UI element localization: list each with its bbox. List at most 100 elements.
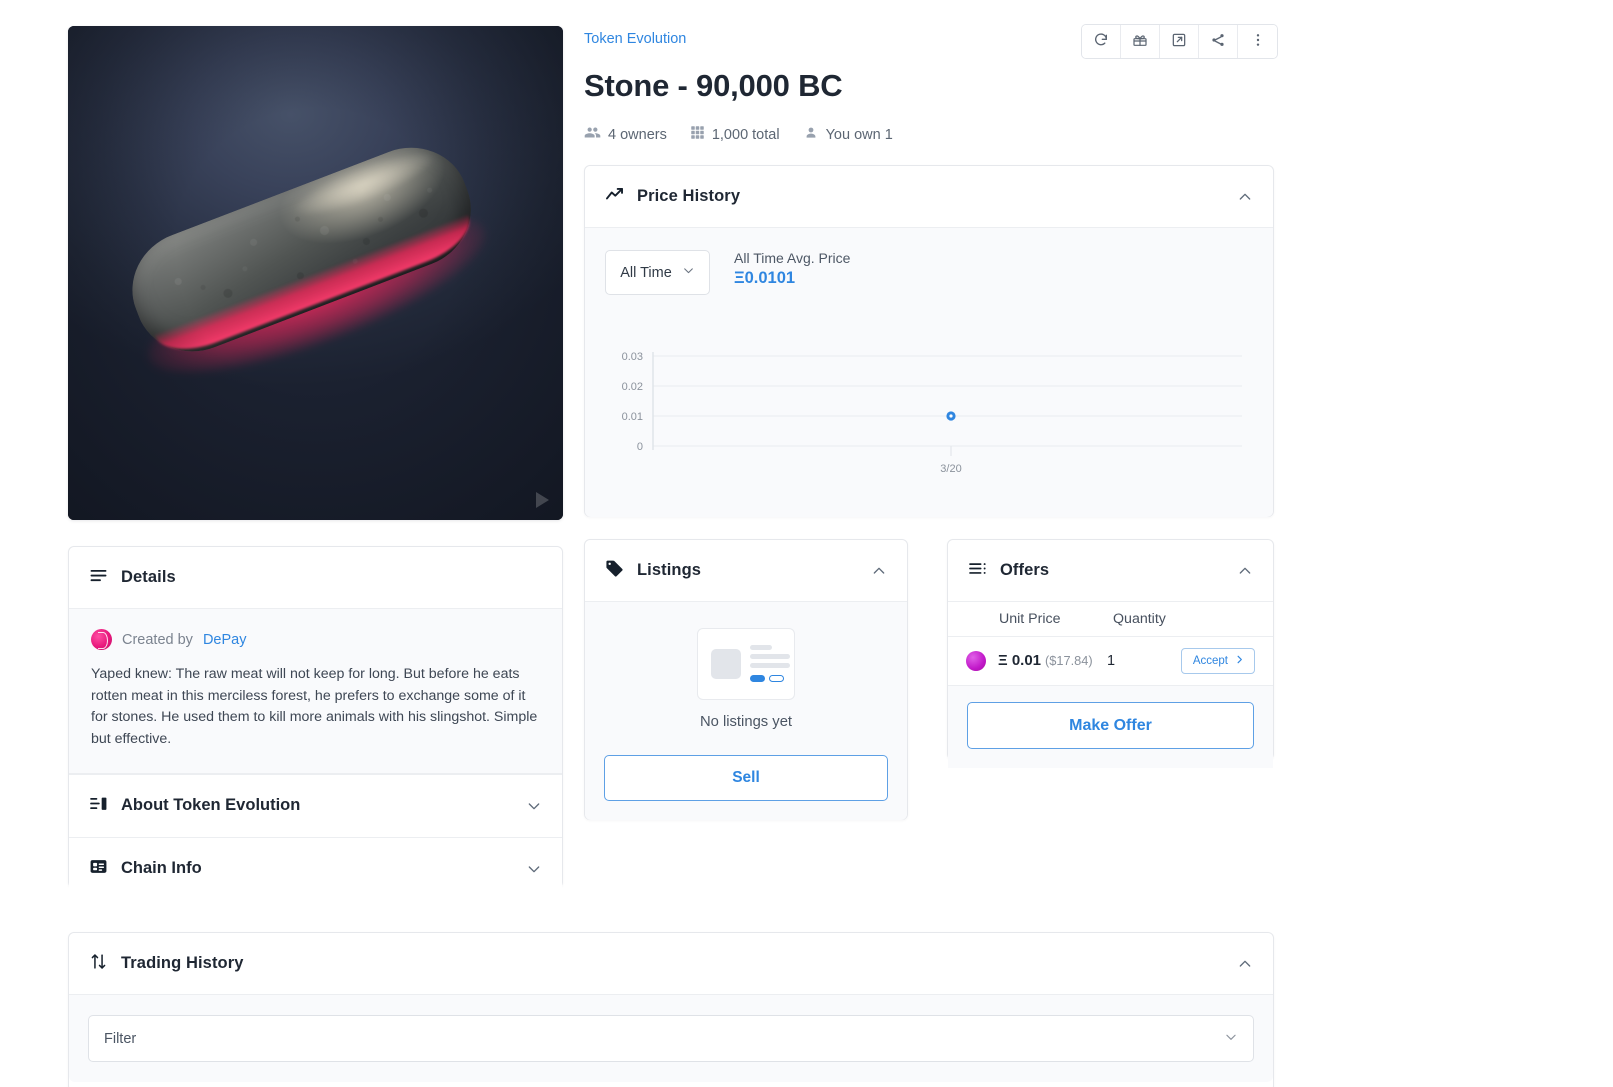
table-row: Ξ 0.01 ($17.84) 1 Accept xyxy=(948,636,1273,686)
accept-offer-button[interactable]: Accept xyxy=(1180,648,1255,674)
chart-ytick-0: 0 xyxy=(637,441,643,453)
accordion-chain-info-label: Chain Info xyxy=(121,859,202,878)
share-icon xyxy=(1210,32,1226,51)
gift-icon xyxy=(1132,32,1148,51)
trading-history-card: Trading History Filter xyxy=(68,932,1274,1087)
trading-history-header[interactable]: Trading History xyxy=(69,933,1273,995)
stat-owners: 4 owners xyxy=(584,124,667,145)
offers-header[interactable]: Offers xyxy=(948,540,1273,602)
grid-icon xyxy=(690,125,705,144)
listings-body: No listings yet Sell xyxy=(585,602,907,820)
make-offer-button[interactable]: Make Offer xyxy=(967,702,1254,749)
listings-title: Listings xyxy=(637,561,702,579)
tag-icon xyxy=(605,559,624,583)
media-vignette xyxy=(68,26,563,520)
trending-up-icon xyxy=(605,185,624,209)
chevron-down-icon[interactable] xyxy=(526,861,542,877)
avg-price-label: All Time Avg. Price xyxy=(734,250,851,266)
share-button[interactable] xyxy=(1199,25,1238,58)
listings-card: Listings No listings yet Sell xyxy=(584,539,908,820)
header-action-toolbar xyxy=(1081,24,1278,59)
chevron-up-icon[interactable] xyxy=(1237,956,1253,972)
breadcrumb-collection-link[interactable]: Token Evolution xyxy=(584,31,686,47)
details-body: Created by DePay Yaped knew: The raw mea… xyxy=(69,609,562,774)
price-history-controls: All Time All Time Avg. Price Ξ0.0101 xyxy=(585,228,1273,295)
empty-placeholder-graphic xyxy=(697,627,795,700)
stat-owners-label: 4 owners xyxy=(608,126,667,143)
chevron-down-icon xyxy=(682,264,695,281)
about-icon xyxy=(89,794,108,818)
chart-data-point-center xyxy=(949,414,953,418)
offers-table-body: Ξ 0.01 ($17.84) 1 Accept xyxy=(948,636,1273,686)
listings-header[interactable]: Listings xyxy=(585,540,907,602)
chart-xtick-0: 3/20 xyxy=(940,463,961,475)
created-by-label: Created by xyxy=(122,631,193,648)
placeholder-line xyxy=(750,645,772,650)
sell-button[interactable]: Sell xyxy=(604,755,888,801)
open-external-button[interactable] xyxy=(1160,25,1199,58)
offers-list-icon xyxy=(968,559,987,583)
price-history-header[interactable]: Price History xyxy=(585,166,1273,228)
placeholder-thumb xyxy=(711,648,741,679)
chevron-up-icon[interactable] xyxy=(1237,563,1253,579)
chart-ytick-1: 0.01 xyxy=(622,411,643,423)
trading-history-body: Filter xyxy=(69,995,1273,1082)
column-action xyxy=(1171,602,1273,637)
chart-ytick-2: 0.02 xyxy=(622,381,643,393)
more-button[interactable] xyxy=(1238,25,1277,58)
filter-label: Filter xyxy=(104,1030,137,1047)
listings-empty-text: No listings yet xyxy=(699,713,793,730)
token-color-icon xyxy=(966,651,986,671)
accordion-chain-info[interactable]: Chain Info xyxy=(69,836,562,900)
sort-arrows-icon xyxy=(89,952,108,976)
details-card: Details Created by DePay Yaped knew: The… xyxy=(68,546,563,900)
placeholder-line xyxy=(750,663,790,668)
nft-detail-page: Token Evolution Stone - 90,000 BC 4 owne… xyxy=(0,0,1613,1087)
accordion-about-token-evolution[interactable]: About Token Evolution xyxy=(69,773,562,837)
chevron-up-icon[interactable] xyxy=(1237,189,1253,205)
column-quantity: Quantity xyxy=(1107,602,1172,637)
placeholder-lines xyxy=(750,645,790,682)
column-unit-price: Unit Price xyxy=(948,602,1108,637)
chevron-right-icon xyxy=(1234,654,1245,668)
refresh-button[interactable] xyxy=(1082,25,1121,58)
owners-icon xyxy=(584,124,601,145)
offers-table: Unit Price Quantity Ξ 0.01($17.84) 1 Ac xyxy=(948,602,1273,686)
chevron-up-icon[interactable] xyxy=(871,563,887,579)
stat-total: 1,000 total xyxy=(690,125,780,144)
chart-gridlines xyxy=(653,355,1242,447)
offers-header-row: Unit Price Quantity xyxy=(948,602,1273,637)
trading-history-title: Trading History xyxy=(121,954,244,972)
avg-price-block: All Time Avg. Price Ξ0.0101 xyxy=(734,250,850,288)
price-history-title: Price History xyxy=(637,187,741,205)
token-stats: 4 owners 1,000 total You own 1 xyxy=(584,124,907,145)
more-vertical-icon xyxy=(1250,32,1266,51)
chevron-down-icon[interactable] xyxy=(526,798,542,814)
offers-card: Offers Unit Price Quantity Ξ 0.01 ($17.8… xyxy=(947,539,1274,768)
filter-select[interactable]: Filter xyxy=(88,1015,1254,1062)
accordion-about-label: About Token Evolution xyxy=(121,796,301,815)
external-link-icon xyxy=(1171,32,1187,51)
stat-total-label: 1,000 total xyxy=(711,126,780,143)
accept-label: Accept xyxy=(1192,655,1228,667)
avg-price-value: Ξ0.0101 xyxy=(734,269,796,287)
refresh-icon xyxy=(1093,32,1109,51)
play-icon[interactable] xyxy=(536,492,549,508)
placeholder-pill-outline xyxy=(769,675,784,682)
creator-row: Created by DePay xyxy=(91,629,540,650)
gift-button[interactable] xyxy=(1121,25,1160,58)
listings-empty-state: No listings yet xyxy=(585,602,907,755)
time-range-select[interactable]: All Time xyxy=(605,250,710,295)
offer-action-cell: Accept xyxy=(1171,636,1273,686)
creator-link[interactable]: DePay xyxy=(203,632,247,648)
page-title: Stone - 90,000 BC xyxy=(584,68,843,103)
placeholder-line xyxy=(750,654,790,659)
offer-eth-price: Ξ 0.01 xyxy=(998,651,1042,669)
price-history-chart[interactable]: 0.03 0.02 0.01 0 3/20 xyxy=(585,338,1275,513)
make-offer-wrap: Make Offer xyxy=(948,686,1273,768)
offers-body: Unit Price Quantity Ξ 0.01($17.84) 1 Ac xyxy=(948,602,1273,768)
offer-quantity-cell: 1 xyxy=(1107,636,1172,686)
placeholder-pills xyxy=(750,675,790,682)
details-header[interactable]: Details xyxy=(69,547,562,609)
nft-media-viewer[interactable] xyxy=(68,26,563,520)
